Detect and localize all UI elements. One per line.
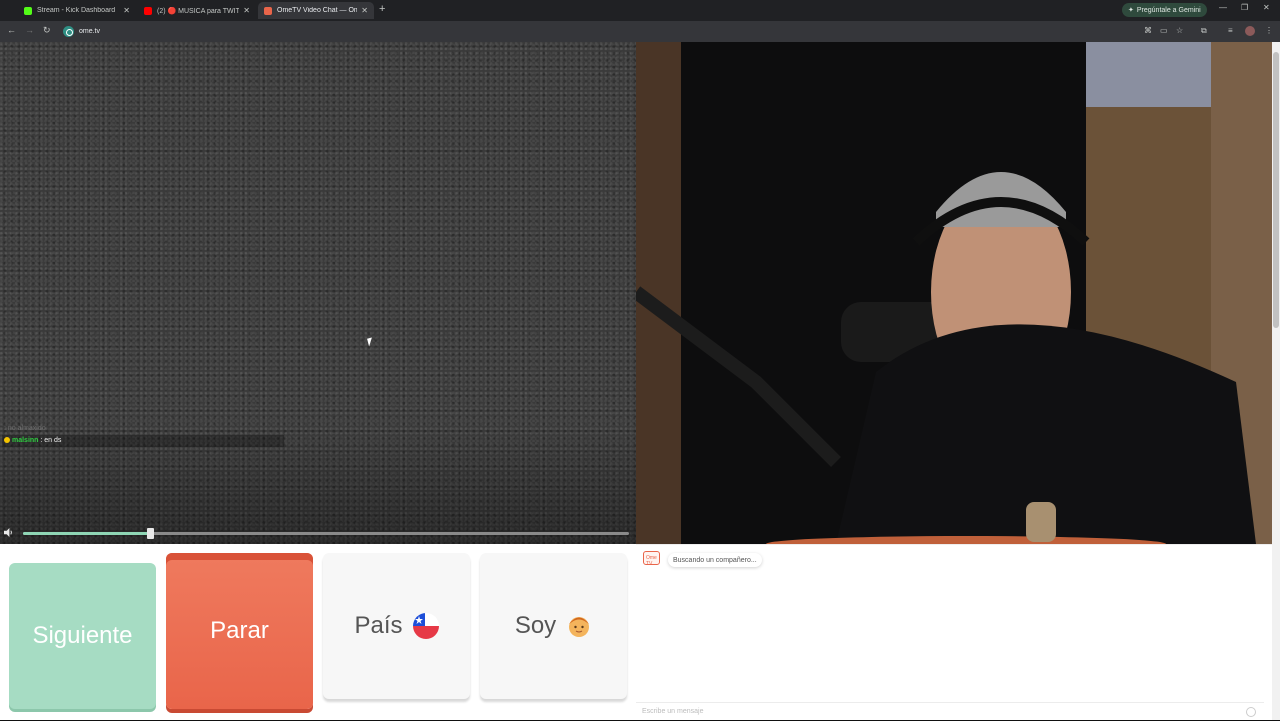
extensions-icon[interactable]: ⧉ (1201, 26, 1207, 36)
self-camera-video (636, 42, 1272, 544)
profile-avatar[interactable] (1245, 26, 1255, 36)
status-message-text: Buscando un compañero... (673, 556, 757, 564)
close-window-icon[interactable]: ✕ (1263, 3, 1270, 12)
browser-tab-strip: Stream - Kick Dashboard ✕ (2) 🔴 MUSICA p… (0, 0, 1280, 21)
close-icon[interactable]: ✕ (243, 6, 250, 15)
tab-title: Stream - Kick Dashboard (37, 7, 116, 14)
close-icon[interactable]: ✕ (361, 6, 368, 15)
address-bar[interactable]: ome.tv (60, 24, 1140, 39)
webcam-feed (636, 42, 1272, 544)
tab-kick-dashboard[interactable]: Stream - Kick Dashboard ✕ (18, 2, 136, 19)
restore-icon[interactable]: ❐ (1241, 3, 1248, 12)
gender-button[interactable]: Soy (480, 553, 627, 699)
overlay-chat-line: : no almaxido (2, 423, 284, 435)
page-scrollbar[interactable] (1272, 42, 1280, 720)
next-label: Siguiente (32, 622, 133, 649)
status-message: Buscando un compañero... (668, 553, 762, 567)
boy-face-icon (566, 613, 592, 639)
stop-label: Parar (210, 617, 269, 644)
overlay-chat-text: : en ds (38, 437, 62, 444)
plus-icon[interactable]: + (379, 3, 385, 15)
tab-musica-twitch[interactable]: (2) 🔴 MUSICA para TWITCH 2... ✕ (138, 2, 256, 19)
control-panel: Siguiente Parar País Soy (0, 544, 636, 720)
sparkle-icon: ✦ (1128, 7, 1134, 14)
youtube-icon (144, 6, 152, 15)
minimize-icon[interactable]: — (1219, 3, 1227, 12)
translate-icon[interactable]: ⌘ (1144, 26, 1152, 35)
stranger-video: : no almaxido malsinn : en ds (0, 42, 636, 544)
country-label: País (354, 612, 403, 639)
volume-bar (0, 525, 636, 541)
mouse-cursor (367, 337, 374, 347)
tab-title: (2) 🔴 MUSICA para TWITCH 2... (157, 7, 240, 15)
gemini-button[interactable]: ✦ Pregúntale a Gemini (1122, 3, 1207, 17)
stream-chat-overlay: : no almaxido malsinn : en ds (2, 423, 284, 447)
overlay-chat-user: malsinn (12, 437, 39, 444)
tab-ometv[interactable]: OmeTV Video Chat — Ome ✕ (258, 2, 374, 19)
volume-thumb[interactable] (147, 528, 154, 539)
country-button[interactable]: País (323, 553, 470, 699)
gender-label: Soy (514, 612, 557, 639)
badge-icon (4, 437, 10, 443)
stop-button[interactable]: Parar (166, 553, 313, 709)
message-placeholder: Escribe un mensaje (642, 708, 704, 715)
kick-icon (24, 6, 32, 15)
next-button[interactable]: Siguiente (9, 563, 156, 709)
speaker-icon[interactable] (4, 528, 13, 537)
close-icon[interactable]: ✕ (123, 6, 130, 15)
scrollbar-thumb[interactable] (1273, 52, 1279, 328)
volume-slider[interactable] (23, 528, 629, 539)
emoji-icon[interactable] (1246, 707, 1256, 717)
message-input[interactable]: Escribe un mensaje (636, 702, 1264, 720)
chile-flag-icon (412, 613, 439, 639)
logo-text: Ome TV (646, 555, 657, 567)
reload-icon[interactable]: ↻ (43, 25, 51, 36)
url-text: ome.tv (79, 28, 101, 35)
overlay-chat-line: malsinn : en ds (2, 435, 284, 447)
forward-icon[interactable]: → (25, 25, 34, 35)
site-info-icon[interactable] (63, 26, 74, 37)
menu-icon[interactable]: ⋮ (1265, 26, 1273, 35)
back-icon[interactable]: ← (7, 25, 16, 35)
chat-panel: Ome TV Buscando un compañero... Escribe … (636, 544, 1272, 720)
bookmark-star-icon[interactable]: ☆ (1176, 26, 1183, 35)
ometv-logo: Ome TV (643, 551, 660, 567)
browser-toolbar: ← → ↻ ome.tv ⌘ ▭ ☆ ⧉ ≡ ⋮ (0, 21, 1280, 42)
overlay-chat-text: : no almaxido (4, 425, 46, 432)
ometv-icon (264, 6, 272, 15)
volume-fill (23, 532, 150, 535)
gemini-label: Pregúntale a Gemini (1136, 6, 1201, 14)
media-icon[interactable]: ≡ (1228, 26, 1233, 35)
ometv-page: : no almaxido malsinn : en ds Siguiente … (0, 42, 1280, 720)
cast-icon[interactable]: ▭ (1160, 26, 1168, 35)
tab-title: OmeTV Video Chat — Ome (277, 7, 358, 14)
